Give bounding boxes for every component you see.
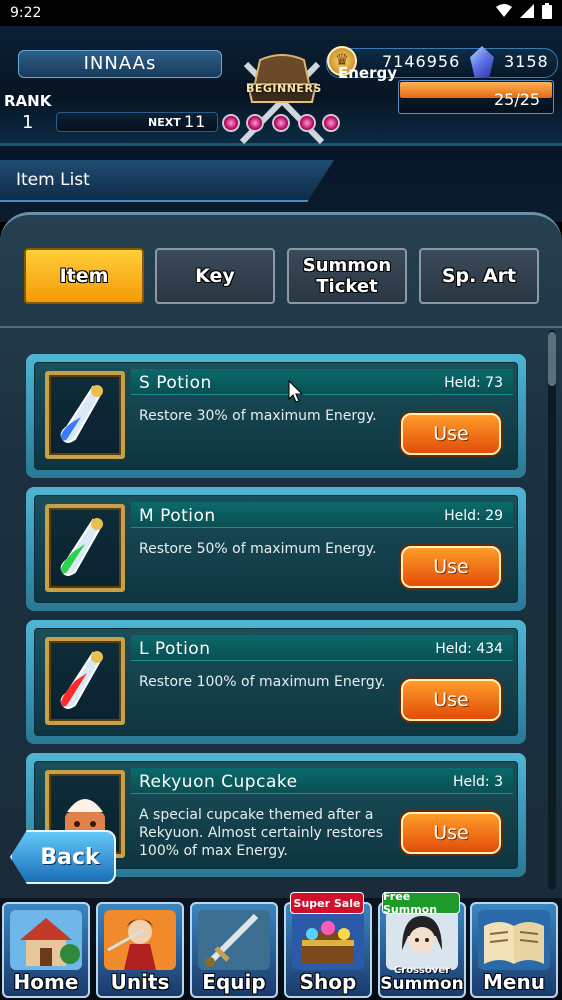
- item-held-count: Held: 29: [444, 508, 503, 524]
- energy-orb-icon: [298, 114, 316, 132]
- list-item: M Potion Held: 29 Restore 50% of maximum…: [26, 487, 526, 611]
- item-name: M Potion: [139, 506, 216, 526]
- use-button[interactable]: Use: [401, 679, 501, 721]
- super-sale-badge: Super Sale: [290, 892, 364, 914]
- cursor-icon: [288, 380, 304, 403]
- item-card-body: S Potion Held: 73 Restore 30% of maximum…: [34, 362, 518, 470]
- nav-menu[interactable]: Menu: [470, 902, 558, 998]
- blue-potion-icon: [45, 371, 125, 459]
- item-name: L Potion: [139, 639, 211, 659]
- scrollbar[interactable]: [548, 330, 556, 890]
- item-description: A special cupcake themed after a Rekyuon…: [139, 807, 384, 859]
- nav-home[interactable]: Home: [2, 902, 90, 998]
- hero-icon: [104, 910, 176, 970]
- divider: [0, 326, 562, 328]
- next-label: NEXT: [148, 116, 181, 129]
- next-value: 11: [184, 112, 207, 131]
- item-description: Restore 30% of maximum Energy.: [139, 408, 377, 424]
- item-list[interactable]: S Potion Held: 73 Restore 30% of maximum…: [0, 330, 544, 890]
- energy-orb-icon: [322, 114, 340, 132]
- item-held-count: Held: 434: [435, 641, 503, 657]
- nav-home-label: Home: [13, 970, 79, 994]
- nav-equip[interactable]: Equip: [190, 902, 278, 998]
- tab-item-label: Item: [59, 264, 109, 287]
- use-button[interactable]: Use: [401, 812, 501, 854]
- energy-orb-icon: [272, 114, 290, 132]
- energy-label: Energy: [338, 64, 398, 82]
- item-held-count: Held: 3: [453, 774, 503, 790]
- item-description: Restore 100% of maximum Energy.: [139, 674, 386, 690]
- tab-item[interactable]: Item: [24, 248, 144, 304]
- sword-icon: [198, 910, 270, 970]
- tab-sp-art-label: Sp. Art: [441, 264, 517, 287]
- green-potion-icon: [45, 504, 125, 592]
- nav-shop-label: Shop: [299, 970, 357, 994]
- scrollbar-thumb[interactable]: [548, 332, 556, 386]
- list-header: Item List: [0, 146, 562, 222]
- page-title: Item List: [16, 170, 90, 190]
- tab-summon-ticket-label: Summon Ticket: [302, 255, 392, 297]
- treasure-chest-icon: [292, 910, 364, 970]
- item-held-count: Held: 73: [444, 375, 503, 391]
- nav-units[interactable]: Units: [96, 902, 184, 998]
- item-name: Rekyuon Cupcake: [139, 772, 298, 792]
- nav-shop[interactable]: Shop: [284, 902, 372, 998]
- red-potion-icon: [45, 637, 125, 725]
- use-button[interactable]: Use: [401, 546, 501, 588]
- item-name: S Potion: [139, 373, 212, 393]
- wifi-icon: [496, 4, 512, 22]
- nav-menu-label: Menu: [483, 970, 545, 994]
- tab-summon-ticket[interactable]: Summon Ticket: [287, 248, 407, 304]
- free-summon-badge: Free Summon: [382, 890, 460, 916]
- energy-value: 25/25: [494, 90, 541, 109]
- status-time: 9:22: [10, 5, 42, 21]
- list-item: S Potion Held: 73 Restore 30% of maximum…: [26, 354, 526, 478]
- rank-label: RANK: [4, 92, 52, 110]
- gem-amount: 3158: [504, 52, 549, 71]
- item-description: Restore 50% of maximum Energy.: [139, 541, 377, 557]
- character-portrait-icon: [386, 910, 458, 970]
- tab-key-label: Key: [195, 264, 235, 287]
- house-icon: [10, 910, 82, 970]
- beginners-emblem-text: BEGINNERS: [246, 82, 322, 95]
- cellular-icon: [520, 4, 534, 22]
- status-bar: 9:22: [0, 0, 562, 26]
- item-card-body: M Potion Held: 29 Restore 50% of maximum…: [34, 495, 518, 603]
- crossed-swords-emblem-icon: [239, 54, 325, 145]
- list-item: L Potion Held: 434 Restore 100% of maxim…: [26, 620, 526, 744]
- tab-key[interactable]: Key: [155, 248, 275, 304]
- tab-sp-art[interactable]: Sp. Art: [419, 248, 539, 304]
- nav-summon[interactable]: Crossover Summon: [378, 902, 466, 998]
- rank-value: 1: [22, 112, 34, 133]
- energy-orb-icon: [222, 114, 240, 132]
- use-button[interactable]: Use: [401, 413, 501, 455]
- battery-icon: [542, 3, 552, 23]
- player-name[interactable]: INNAAs: [18, 50, 222, 78]
- nav-summon-label: Summon: [380, 974, 464, 994]
- book-icon: [478, 910, 550, 970]
- item-card-body: L Potion Held: 434 Restore 100% of maxim…: [34, 628, 518, 736]
- nav-equip-label: Equip: [202, 970, 266, 994]
- nav-units-label: Units: [110, 970, 170, 994]
- back-button[interactable]: Back: [10, 830, 116, 884]
- energy-orb-icon: [246, 114, 264, 132]
- back-button-label: Back: [40, 844, 100, 870]
